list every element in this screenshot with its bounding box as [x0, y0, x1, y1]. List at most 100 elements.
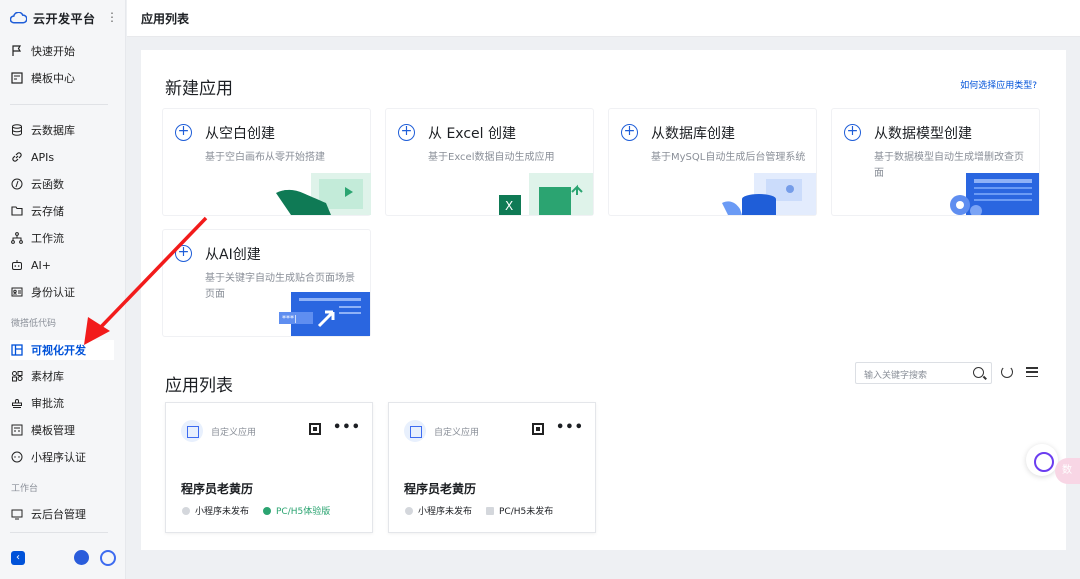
- sidebar-item-ai[interactable]: AI+: [10, 255, 114, 275]
- header: 应用列表: [127, 0, 1080, 37]
- app-name: 程序员老黄历: [181, 482, 254, 496]
- id-card-icon: [10, 285, 24, 299]
- collapse-sidebar-icon[interactable]: ‹: [11, 551, 25, 565]
- sidebar-item-apis[interactable]: APIs: [10, 147, 114, 167]
- sidebar-item-auth[interactable]: 身份认证: [10, 282, 114, 302]
- status-dot-icon: [182, 506, 190, 515]
- sidebar-item-label: 身份认证: [31, 286, 75, 299]
- chat-bubble-icon: [10, 450, 24, 464]
- app-type-icon: [404, 420, 426, 442]
- new-app-heading: 新建应用: [165, 79, 233, 99]
- stamp-icon: [10, 396, 24, 410]
- list-view-icon[interactable]: [1026, 367, 1038, 377]
- user-avatar-icon[interactable]: [74, 550, 89, 565]
- folder-icon: [10, 204, 24, 218]
- plus-circle-icon: +: [175, 245, 192, 262]
- database-icon: [10, 123, 24, 137]
- status-dot-icon: [405, 506, 413, 515]
- sidebar-item-template-manage[interactable]: 模板管理: [10, 420, 114, 440]
- sidebar-item-admin[interactable]: 云后台管理: [10, 504, 114, 524]
- create-blank-card[interactable]: + 从空白创建 基于空白画布从零开始搭建: [163, 109, 371, 215]
- link-icon: [10, 150, 24, 164]
- brand[interactable]: 云开发平台: [10, 8, 96, 28]
- sidebar-item-label: 素材库: [31, 370, 64, 383]
- card-desc: 基于MySQL自动生成后台管理系统: [651, 152, 806, 163]
- sidebar-item-visual-dev[interactable]: 可视化开发: [10, 340, 114, 360]
- search-input[interactable]: 输入关键字搜索: [855, 362, 992, 384]
- miniprogram-status: 小程序未发布: [405, 504, 472, 517]
- sidebar-item-templates[interactable]: 模板中心: [10, 68, 114, 88]
- app-title: 云开发平台: [33, 11, 96, 26]
- sidebar-item-label: 云数据库: [31, 124, 75, 137]
- pen-illustration-icon: [276, 173, 371, 215]
- sidebar-item-label: 快速开始: [31, 45, 75, 58]
- status-dot-icon: [263, 506, 271, 515]
- excel-illustration-icon: X: [499, 173, 593, 215]
- template-icon: [10, 71, 24, 85]
- workflow-icon: [10, 231, 24, 245]
- card-title: 从数据模型创建: [874, 126, 972, 142]
- qrcode-icon[interactable]: [309, 423, 321, 435]
- card-title: 从 Excel 创建: [428, 126, 516, 142]
- flag-icon: [10, 44, 24, 58]
- sidebar-item-quickstart[interactable]: 快速开始: [10, 41, 114, 61]
- cloud-logo-icon: [10, 12, 27, 24]
- card-title: 从数据库创建: [651, 126, 735, 142]
- search-placeholder: 输入关键字搜索: [864, 371, 928, 381]
- monitor-small-icon: [486, 506, 494, 515]
- template-manage-icon: [10, 423, 24, 437]
- datamodel-illustration-icon: [950, 173, 1039, 215]
- app-card[interactable]: 自定义应用 ••• 程序员老黄历 小程序未发布 PC/H5未发布: [388, 402, 596, 533]
- status-text: 小程序未发布: [195, 507, 250, 517]
- search-icon[interactable]: [973, 367, 984, 378]
- app-type-label: 自定义应用: [211, 428, 257, 438]
- sidebar-item-workflow[interactable]: 工作流: [10, 228, 114, 248]
- monitor-icon: [10, 507, 24, 521]
- plus-circle-icon: +: [175, 124, 192, 141]
- web-status: PC/H5未发布: [486, 504, 553, 517]
- floating-assistant-icon[interactable]: [1026, 444, 1058, 476]
- sidebar-item-label: 云存储: [31, 205, 64, 218]
- qrcode-icon[interactable]: [532, 423, 544, 435]
- create-excel-card[interactable]: + 从 Excel 创建 基于Excel数据自动生成应用 X: [386, 109, 593, 215]
- sidebar: 云开发平台 ⋮ 快速开始 模板中心 云数据库 APIs 云函数 云存储 工作流 …: [0, 0, 126, 579]
- sidebar-item-label: 模板中心: [31, 72, 75, 85]
- status-text: PC/H5体验版: [276, 507, 331, 517]
- sidebar-item-label: 云函数: [31, 178, 64, 191]
- divider: [10, 532, 108, 533]
- create-ai-card[interactable]: + 从AI创建 基于关键字自动生成贴合页面场景页面 ***|: [163, 230, 370, 336]
- sidebar-item-label: 工作流: [31, 232, 64, 245]
- sidebar-item-label: APIs: [31, 150, 55, 164]
- function-icon: [10, 177, 24, 191]
- sidebar-item-storage[interactable]: 云存储: [10, 201, 114, 221]
- group-label-lowcode: 微搭低代码: [11, 319, 57, 329]
- layout-icon: [10, 343, 24, 357]
- app-card[interactable]: 自定义应用 ••• 程序员老黄历 小程序未发布 PC/H5体验版: [165, 402, 373, 533]
- sidebar-item-label: 审批流: [31, 397, 64, 410]
- sidebar-item-label: 云后台管理: [31, 508, 86, 521]
- sidebar-item-functions[interactable]: 云函数: [10, 174, 114, 194]
- group-label-workbench: 工作台: [11, 484, 39, 494]
- svg-text:***|: ***|: [282, 314, 297, 323]
- more-vertical-icon[interactable]: ⋮: [106, 10, 118, 24]
- more-options-icon[interactable]: •••: [333, 420, 361, 435]
- card-title: 从空白创建: [205, 126, 275, 142]
- divider: [10, 104, 108, 105]
- sidebar-item-label: 模板管理: [31, 424, 75, 437]
- sidebar-item-label: 可视化开发: [31, 344, 86, 357]
- help-link[interactable]: 如何选择应用类型?: [960, 78, 1037, 91]
- sidebar-item-approval[interactable]: 审批流: [10, 393, 114, 413]
- more-options-icon[interactable]: •••: [556, 420, 584, 435]
- status-text: 小程序未发布: [418, 507, 473, 517]
- plus-circle-icon: +: [621, 124, 638, 141]
- refresh-icon[interactable]: [1001, 366, 1013, 378]
- assets-icon: [10, 369, 24, 383]
- create-database-card[interactable]: + 从数据库创建 基于MySQL自动生成后台管理系统: [609, 109, 816, 215]
- app-list-heading: 应用列表: [165, 376, 233, 396]
- sidebar-item-database[interactable]: 云数据库: [10, 120, 114, 140]
- floating-badge[interactable]: 数: [1055, 458, 1080, 484]
- sidebar-item-miniprogram-cert[interactable]: 小程序认证: [10, 447, 114, 467]
- create-datamodel-card[interactable]: + 从数据模型创建 基于数据模型自动生成增删改查页面: [832, 109, 1039, 215]
- assistant-icon[interactable]: [100, 550, 116, 566]
- sidebar-item-assets[interactable]: 素材库: [10, 366, 114, 386]
